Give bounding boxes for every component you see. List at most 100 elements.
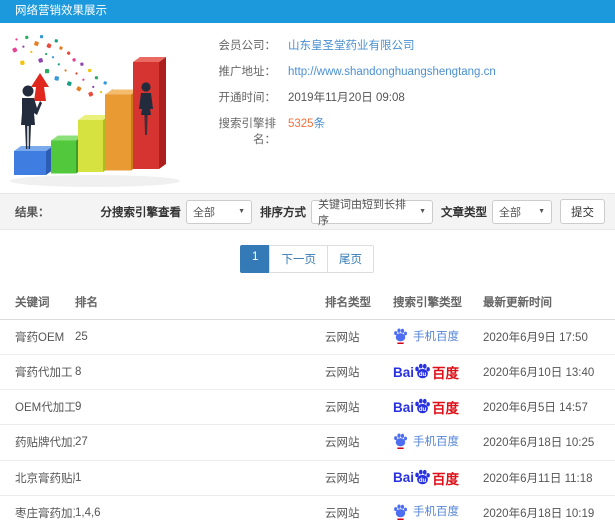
rank-type-cell: 云网站 <box>325 424 393 461</box>
table-row: 膏药代加工 8 云网站 Bai du 百度 2020年6月10日 13:40 <box>0 354 615 391</box>
page-header: 网络营销效果展示 <box>0 0 615 23</box>
baidu-logo-red: 百度 <box>432 471 460 487</box>
baidu-paw-icon <box>394 504 407 520</box>
baidu-paw-icon: du <box>415 364 430 379</box>
keyword-cell: OEM代加工 <box>0 389 75 426</box>
updated-cell: 2020年6月11日 11:18 <box>483 460 615 496</box>
page-title: 网络营销效果展示 <box>15 5 107 17</box>
results-table: 关键词 排名 排名类型 搜索引擎类型 最新更新时间 膏药OEM 25 云网站 手机百度… <box>0 286 615 520</box>
col-keyword: 关键词 <box>0 286 75 320</box>
baidu-logo[interactable]: Bai du 百度 <box>393 397 459 417</box>
result-label: 结果： <box>15 206 50 219</box>
info-row-open-time: 开通时间： 2019年11月20日 09:08 <box>196 89 615 115</box>
table-row: 药贴牌代加工27云网站 手机百度 2020年6月18日 10:25 <box>0 424 615 461</box>
company-name-link[interactable]: 山东皇圣堂药业有限公司 <box>288 37 415 53</box>
col-rank: 排名 <box>75 286 325 320</box>
col-rank-type: 排名类型 <box>325 286 393 320</box>
svg-text:du: du <box>419 478 427 484</box>
rank-cell[interactable]: 9 <box>75 389 325 426</box>
keyword-cell: 膏药代加工 <box>0 354 75 391</box>
pagination: 1 下一页 尾页 <box>0 245 615 273</box>
promo-url-label: 推广地址： <box>218 66 277 78</box>
last-page-button[interactable]: 尾页 <box>326 245 374 273</box>
article-type-label: 文章类型 <box>441 206 487 219</box>
engine-select-value: 全部 <box>193 206 215 219</box>
open-time-label: 开通时间： <box>218 92 277 104</box>
baidu-logo[interactable]: Bai du 百度 <box>393 362 459 382</box>
chevron-down-icon: ▼ <box>538 208 545 215</box>
updated-cell: 2020年6月5日 14:57 <box>483 389 615 426</box>
keyword-cell: 药贴牌代加工 <box>0 424 75 461</box>
engine-select[interactable]: 全部 ▼ <box>186 199 252 224</box>
sort-select[interactable]: 关键词由短到长排序 ▼ <box>311 199 433 227</box>
table-header-row: 关键词 排名 排名类型 搜索引擎类型 最新更新时间 <box>0 286 615 320</box>
info-row-company: 会员公司： 山东皇圣堂药业有限公司 <box>196 37 615 63</box>
updated-cell: 2020年6月9日 17:50 <box>483 319 615 356</box>
engine-label: 手机百度 <box>413 506 459 519</box>
next-page-button[interactable]: 下一页 <box>269 245 328 273</box>
engine-type-cell: 手机百度 <box>393 424 483 461</box>
keyword-cell: 枣庄膏药加工 <box>0 495 75 520</box>
info-section: 会员公司： 山东皇圣堂药业有限公司 推广地址： http://www.shand… <box>0 23 615 193</box>
baidu-logo-bai: Bai <box>393 470 415 485</box>
promo-url-link[interactable]: http://www.shandonghuangshengtang.cn <box>288 66 496 78</box>
baidu-logo-red: 百度 <box>432 401 460 417</box>
open-time-value: 2019年11月20日 09:08 <box>288 92 405 104</box>
company-info-panel: 会员公司： 山东皇圣堂药业有限公司 推广地址： http://www.shand… <box>196 31 615 193</box>
filter-bar: 结果： 分搜索引擎查看 全部 ▼ 排序方式 关键词由短到长排序 ▼ 文章类型 全… <box>0 193 615 230</box>
page-button-current[interactable]: 1 <box>240 245 271 273</box>
rank-cell[interactable]: 1,4,6 <box>75 495 325 520</box>
chart-bars <box>14 57 166 175</box>
rank-cell[interactable]: 8 <box>75 354 325 391</box>
rank-count-number: 5325 <box>288 118 314 130</box>
table-row: 膏药OEM 25 云网站 手机百度 2020年6月9日 17:50 <box>0 319 615 356</box>
up-arrow-icon <box>31 73 49 101</box>
col-engine-type: 搜索引擎类型 <box>393 286 483 320</box>
col-updated: 最新更新时间 <box>483 286 615 320</box>
company-label: 会员公司： <box>218 40 277 52</box>
baidu-logo-bai: Bai <box>393 399 415 415</box>
rank-type-cell: 云网站 <box>325 319 393 356</box>
growth-chart-image <box>10 35 180 187</box>
updated-cell: 2020年6月18日 10:19 <box>483 495 615 520</box>
sort-select-value: 关键词由短到长排序 <box>318 198 406 227</box>
engine-type-cell: Bai du 百度 <box>393 460 483 496</box>
info-row-url: 推广地址： http://www.shandonghuangshengtang.… <box>196 63 615 89</box>
updated-cell: 2020年6月10日 13:40 <box>483 354 615 391</box>
engine-type-cell: Bai du 百度 <box>393 354 483 391</box>
baidu-logo-red: 百度 <box>432 366 460 382</box>
engine-filter-label: 分搜索引擎查看 <box>100 206 182 219</box>
mobile-baidu-badge[interactable]: 手机百度 <box>393 432 459 450</box>
baidu-paw-icon <box>394 433 407 450</box>
svg-text:du: du <box>419 372 427 378</box>
table-row: 北京膏药贴牌1云网站Baidu 百度 2020年6月11日 11:18 <box>0 460 615 496</box>
mobile-baidu-badge[interactable]: 手机百度 <box>393 503 459 520</box>
table-row: OEM代加工 9 云网站 Bai du 百度 2020年6月5日 14:57 <box>0 389 615 426</box>
rank-type-cell: 云网站 <box>325 389 393 426</box>
rank-cell[interactable]: 25 <box>75 319 325 356</box>
mobile-baidu-badge[interactable]: 手机百度 <box>393 327 459 344</box>
sort-filter-label: 排序方式 <box>260 206 306 219</box>
chevron-down-icon: ▼ <box>419 208 426 215</box>
engine-type-cell: 手机百度 <box>393 319 483 356</box>
baidu-paw-icon <box>394 328 407 344</box>
rank-type-cell: 云网站 <box>325 354 393 391</box>
results-table-body: 膏药OEM 25 云网站 手机百度 2020年6月9日 17:50 膏药代加工 8 云网站 Ba… <box>0 319 615 520</box>
baidu-logo[interactable]: Bai du 百度 <box>393 468 459 488</box>
baidu-paw-icon: du <box>415 399 430 414</box>
baidu-logo-bai: Bai <box>393 364 415 380</box>
table-row: 枣庄膏药加工1,4,6云网站 手机百度 2020年6月18日 10:19 <box>0 495 615 520</box>
rank-cell[interactable]: 1 <box>75 460 325 496</box>
rank-count-value: 5325条 <box>288 115 325 131</box>
baidu-paw-icon: du <box>415 469 430 484</box>
submit-button[interactable]: 提交 <box>560 199 605 224</box>
keyword-cell: 膏药OEM <box>0 319 75 356</box>
article-type-select[interactable]: 全部 ▼ <box>492 199 552 224</box>
rank-cell[interactable]: 27 <box>75 424 325 461</box>
info-row-rank-count: 搜索引擎排名： 5325条 <box>196 115 615 146</box>
rank-count-label: 搜索引擎排名： <box>218 118 277 146</box>
engine-label: 手机百度 <box>413 330 459 343</box>
chevron-down-icon: ▼ <box>238 208 245 215</box>
rank-count-suffix: 条 <box>313 118 326 130</box>
updated-cell: 2020年6月18日 10:25 <box>483 424 615 461</box>
